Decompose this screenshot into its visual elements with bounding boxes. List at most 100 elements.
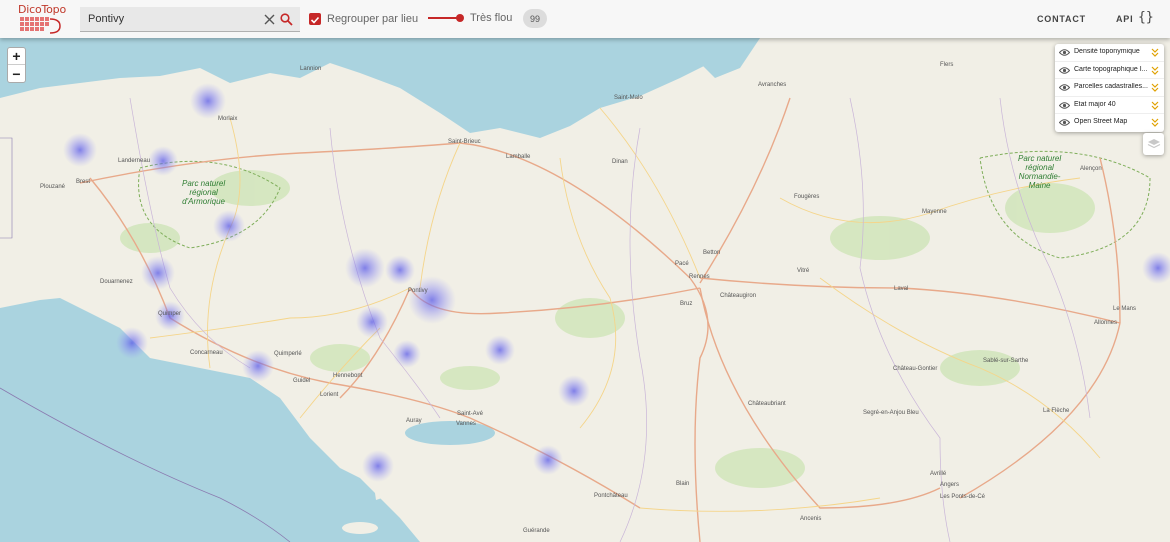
label-brest: Brest: [76, 179, 91, 185]
heat-point-pontivy: [408, 276, 456, 324]
close-icon: [264, 14, 274, 24]
label-ancenis: Ancenis: [800, 516, 822, 522]
label-blain: Blain: [676, 481, 690, 487]
label-morlaix: Morlaix: [218, 116, 238, 122]
label-lannion: Lannion: [300, 66, 322, 72]
logo-text: DicoTopo: [18, 3, 66, 16]
zoom-in-button[interactable]: +: [8, 48, 25, 65]
blur-slider[interactable]: [428, 14, 464, 22]
label-lorient: Lorient: [320, 392, 339, 398]
slider-knob[interactable]: [456, 14, 464, 22]
park-label-normandie: Parc naturel régional Normandie- Maine: [1018, 154, 1062, 190]
zoom-control: + −: [7, 47, 26, 83]
label-pace: Pacé: [675, 261, 689, 267]
label-ponts-de-ce: Les Ponts-de-Cé: [940, 494, 986, 500]
heat-point-baud: [393, 340, 421, 368]
layer-label: Carte topographique I...: [1074, 65, 1148, 73]
label-lamballe: Lamballe: [506, 154, 531, 160]
layer-row[interactable]: Densité toponymique: [1055, 44, 1164, 62]
double-chevron-down-icon[interactable]: [1151, 101, 1159, 110]
heat-point-pont-labbe: [116, 327, 148, 359]
label-la-fleche: La Flèche: [1043, 408, 1070, 414]
logo-grid-icon: [20, 17, 61, 34]
label-landerneau: Landerneau: [118, 158, 151, 164]
label-douarnenez: Douarnenez: [100, 279, 133, 285]
search-input[interactable]: [80, 13, 250, 25]
label-segre: Segré-en-Anjou Bleu: [863, 410, 919, 416]
label-chateau-gontier: Château-Gontier: [893, 366, 938, 372]
double-chevron-down-icon[interactable]: [1151, 48, 1159, 57]
label-saint-malo: Saint-Malo: [614, 95, 643, 101]
heat-point-morlaix: [190, 83, 226, 119]
label-fougeres: Fougères: [794, 194, 820, 200]
label-le-mans: Le Mans: [1113, 306, 1137, 312]
layer-label: Parcelles cadastralles...: [1074, 83, 1148, 91]
api-link[interactable]: API: [1116, 14, 1133, 24]
label-quimperle: Quimperlé: [274, 351, 302, 357]
label-saint-ave: Saint-Avé: [457, 411, 483, 417]
label-bruz: Bruz: [680, 301, 693, 307]
layer-label: Densité toponymique: [1074, 48, 1140, 55]
search-button[interactable]: [279, 12, 293, 26]
label-allonnes: Allonnes: [1094, 320, 1118, 326]
dicotopo-logo[interactable]: DicoTopo: [18, 3, 66, 35]
double-chevron-down-icon[interactable]: [1151, 66, 1159, 75]
label-chateaubriant: Châteaubriant: [748, 401, 786, 407]
heat-point-centre-1: [345, 248, 385, 288]
group-by-place-checkbox[interactable]: [309, 13, 321, 25]
label-angers: Angers: [940, 482, 960, 488]
clear-search-button[interactable]: [262, 12, 276, 26]
layer-label: Etat major 40: [1074, 100, 1116, 108]
layer-row[interactable]: Carte topographique I...: [1055, 62, 1164, 80]
label-dinan: Dinan: [612, 159, 628, 165]
label-pontchateau: Pontchâteau: [594, 493, 628, 499]
eye-icon[interactable]: [1059, 118, 1070, 127]
heat-point-quimperle: [242, 350, 274, 382]
layer-row[interactable]: Etat major 40: [1055, 97, 1164, 115]
layers-icon: [1147, 139, 1160, 149]
double-chevron-down-icon[interactable]: [1151, 118, 1159, 128]
api-braces-icon[interactable]: {}: [1138, 10, 1154, 25]
heat-point-la-roche-bernard: [533, 445, 563, 475]
map-canvas[interactable]: Lannion Morlaix Brest Plouzané Landernea…: [0, 38, 1170, 542]
label-avrille: Avrillé: [930, 471, 947, 477]
heat-point-brest-north: [63, 133, 97, 167]
layers-toggle-button[interactable]: [1143, 133, 1164, 155]
label-saint-brieuc: Saint-Brieuc: [448, 139, 481, 145]
label-rennes: Rennes: [689, 274, 710, 280]
label-chateaugiron: Châteaugiron: [720, 293, 757, 299]
label-flers: Flers: [940, 62, 954, 68]
label-pontivy: Pontivy: [408, 288, 428, 294]
eye-icon[interactable]: [1059, 48, 1070, 57]
heat-point-chateaulin: [141, 256, 175, 290]
label-alencon: Alençon: [1080, 166, 1102, 172]
layer-label: Open Street Map: [1074, 118, 1128, 126]
label-sable: Sablé-sur-Sarthe: [983, 358, 1029, 364]
label-guerande: Guérande: [523, 528, 550, 534]
group-by-place-label: Regrouper par lieu: [327, 13, 419, 25]
label-auray: Auray: [406, 418, 422, 424]
layer-row[interactable]: Parcelles cadastralles...: [1055, 79, 1164, 97]
eye-icon[interactable]: [1059, 66, 1070, 75]
label-vitre: Vitré: [797, 268, 810, 274]
eye-icon[interactable]: [1059, 101, 1070, 110]
park-label-armorique: Parc naturel régional d'Armorique: [182, 179, 226, 206]
label-concarneau: Concarneau: [190, 350, 223, 356]
contact-link[interactable]: CONTACT: [1037, 14, 1086, 24]
label-plouzane: Plouzané: [40, 184, 66, 190]
label-guidel: Guidel: [293, 378, 311, 384]
zoom-out-button[interactable]: −: [8, 65, 25, 82]
layer-row[interactable]: Open Street Map: [1055, 114, 1164, 132]
label-betton: Betton: [703, 250, 721, 256]
heat-point-redon: [558, 375, 590, 407]
label-hennebont: Hennebont: [333, 373, 363, 379]
check-icon: [310, 16, 320, 24]
heat-point-centre-3: [356, 306, 388, 338]
double-chevron-down-icon[interactable]: [1151, 83, 1159, 93]
heat-point-monts-arree: [213, 210, 245, 242]
top-bar: DicoTopo Regrouper par lieu Très flou 99…: [0, 0, 1170, 38]
search-icon: [279, 12, 293, 26]
eye-icon[interactable]: [1059, 83, 1070, 92]
blur-label: Très flou: [470, 12, 513, 24]
heat-point-ploermel: [485, 335, 515, 365]
